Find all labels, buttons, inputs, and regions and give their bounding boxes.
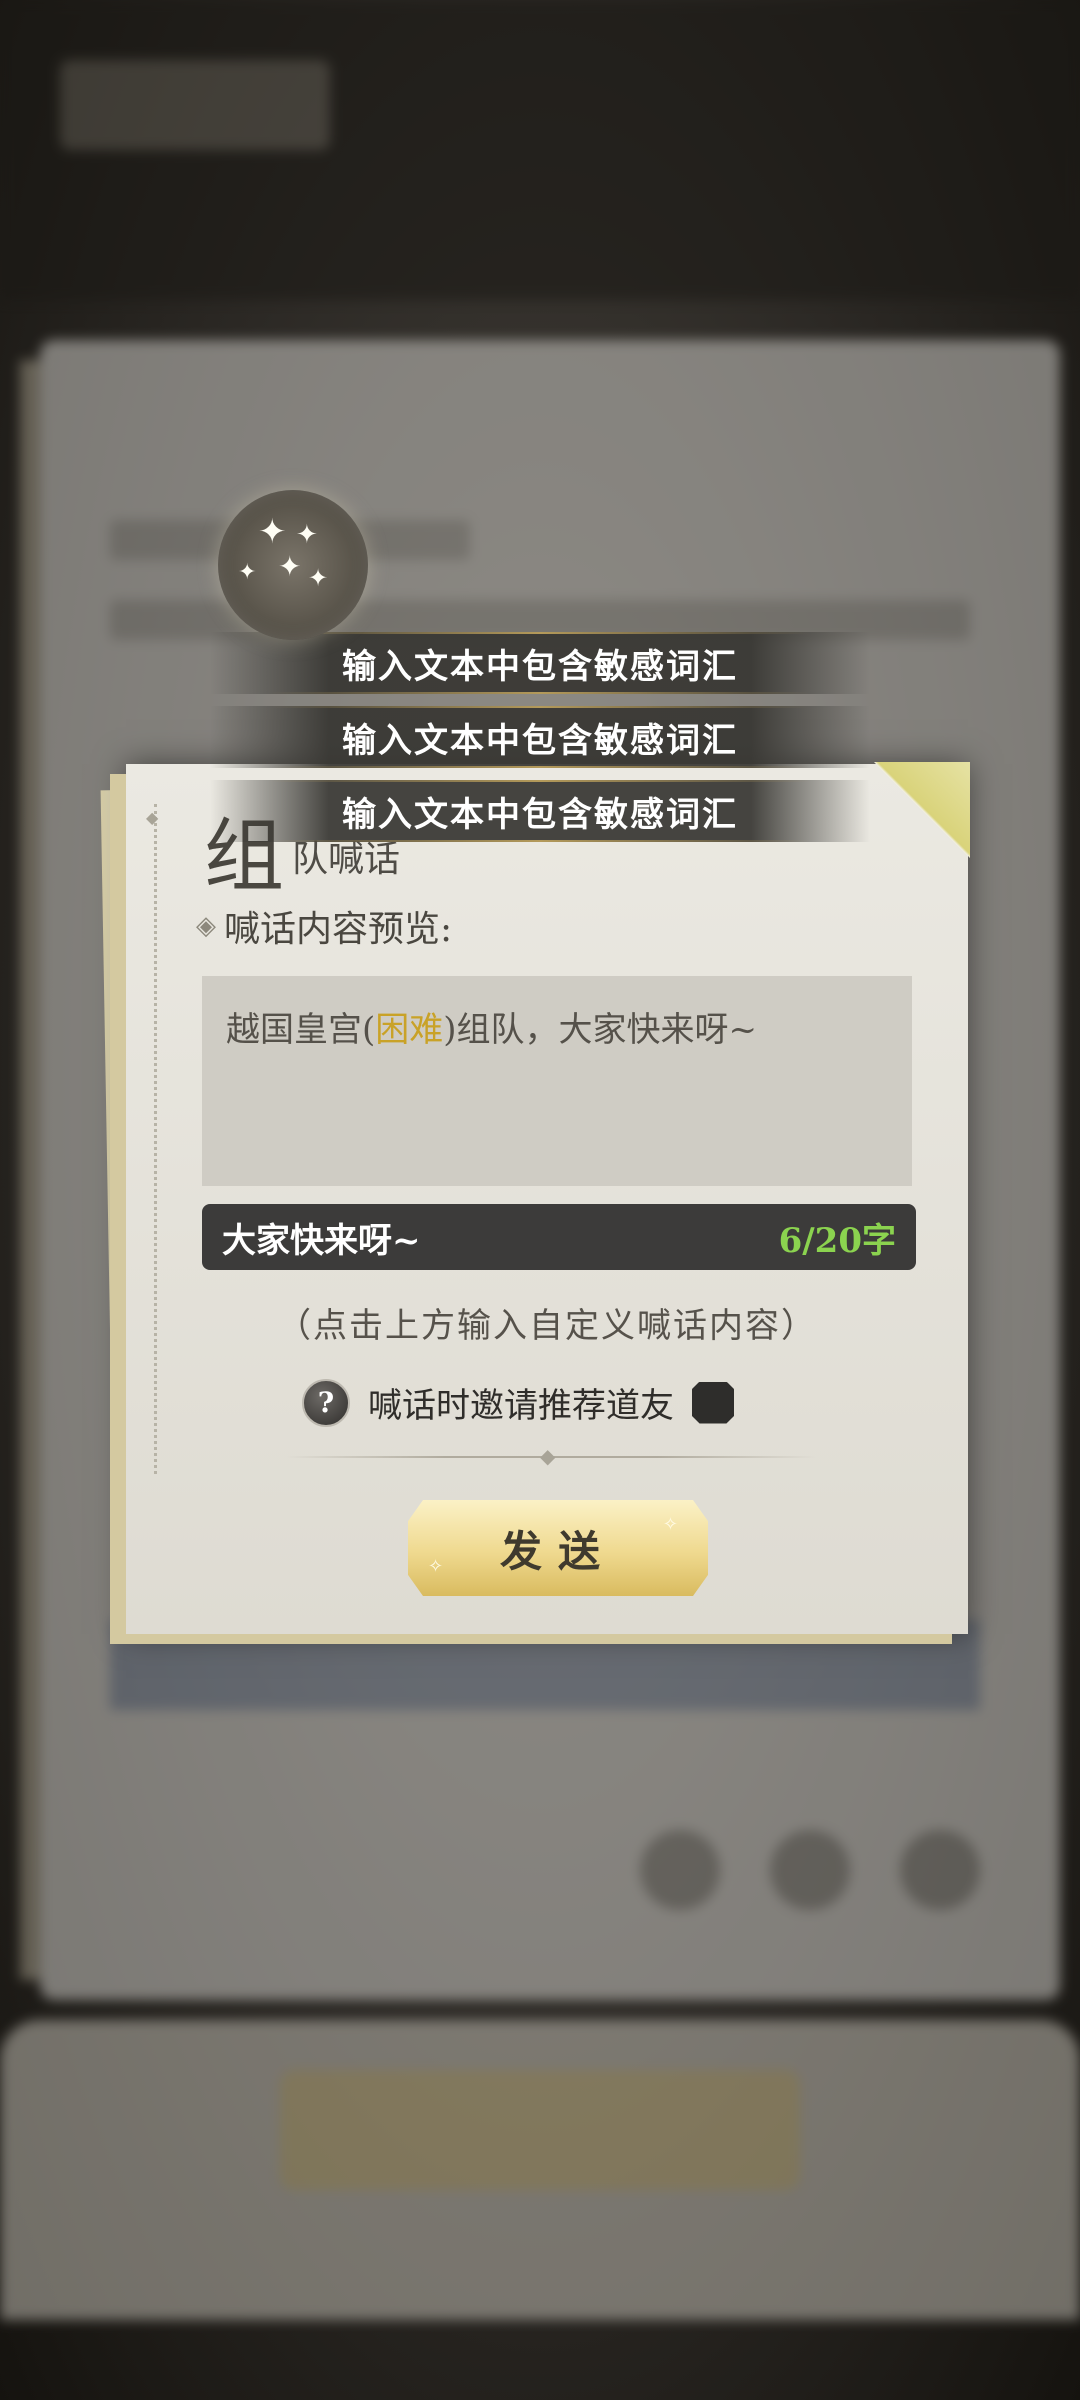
divider-diamond-icon: ◆ bbox=[540, 1444, 556, 1468]
shout-input-field[interactable]: 大家快来呀~ 6/20字 bbox=[202, 1204, 916, 1270]
preview-text-start: 越国皇宫( bbox=[226, 1010, 376, 1050]
diamond-bullet-icon: ◈ bbox=[196, 911, 216, 941]
sparkle-icon: ✦ bbox=[238, 560, 257, 585]
invite-row: ? 喊话时邀请推荐道友 bbox=[302, 1378, 734, 1427]
sparkle-icon: ✦ bbox=[278, 550, 302, 583]
toast-message: 输入文本中包含敏感词汇 bbox=[210, 780, 870, 842]
sparkle-orb-icon: ✦ ✦ ✦ ✦ ✦ bbox=[218, 490, 368, 640]
background-logo bbox=[60, 60, 330, 150]
toast-message: 输入文本中包含敏感词汇 bbox=[210, 706, 870, 768]
background-circle bbox=[770, 1830, 850, 1910]
background-top-bar bbox=[0, 0, 1080, 300]
send-button[interactable]: ✧ ✧ 发送 bbox=[408, 1500, 708, 1596]
preview-text: 越国皇宫(困难)组队，大家快来呀~ bbox=[226, 1002, 757, 1051]
toast-message: 输入文本中包含敏感词汇 bbox=[210, 632, 870, 694]
sparkle-icon: ✧ bbox=[428, 1556, 444, 1577]
background-button bbox=[280, 2070, 800, 2190]
preview-section-label: ◈ 喊话内容预览: bbox=[196, 900, 452, 952]
background-circle bbox=[640, 1830, 720, 1910]
preview-label-text: 喊话内容预览: bbox=[224, 909, 453, 950]
preview-box: 越国皇宫(困难)组队，大家快来呀~ bbox=[202, 976, 912, 1186]
input-hint: （点击上方输入自定义喊话内容） bbox=[277, 1306, 817, 1346]
sparkle-icon: ✧ bbox=[662, 1514, 678, 1535]
background-circle bbox=[900, 1830, 980, 1910]
diamond-bullet-icon: ◆ bbox=[146, 808, 159, 827]
shout-input-value: 大家快来呀~ bbox=[222, 1220, 421, 1261]
question-mark-icon[interactable]: ? bbox=[302, 1378, 350, 1427]
sparkle-icon: ✦ bbox=[258, 512, 287, 552]
send-label: 发送 bbox=[499, 1526, 616, 1576]
sparkle-icon: ✦ bbox=[308, 564, 329, 592]
team-shout-dialog: ◆ 组 队喊话 ◈ 喊话内容预览: 越国皇宫(困难)组队，大家快来呀~ 大家快来… bbox=[126, 762, 970, 1634]
preview-text-end: )组队，大家快来呀~ bbox=[443, 1010, 758, 1050]
invite-label: 喊话时邀请推荐道友 bbox=[368, 1386, 674, 1426]
invite-checkbox[interactable] bbox=[692, 1381, 734, 1424]
sparkle-icon: ✦ bbox=[296, 520, 318, 550]
page-corner-fold bbox=[874, 762, 970, 858]
dotted-rail bbox=[154, 804, 157, 1474]
char-count: 6/20字 bbox=[778, 1220, 896, 1261]
preview-difficulty: 困难 bbox=[375, 1010, 444, 1050]
